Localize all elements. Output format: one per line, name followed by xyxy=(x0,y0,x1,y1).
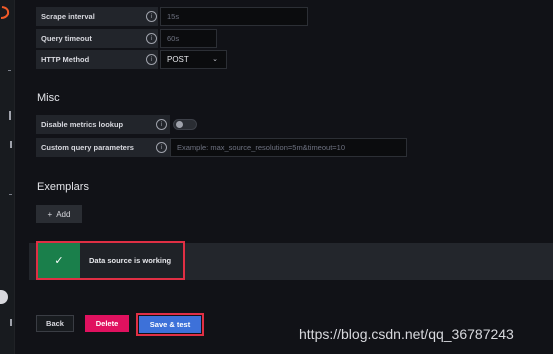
sidebar xyxy=(0,0,15,354)
info-circle-icon[interactable]: i xyxy=(156,142,167,153)
info-circle-icon[interactable]: i xyxy=(146,33,157,44)
custom-query-parameters-input[interactable]: Example: max_source_resolution=5m&timeou… xyxy=(170,138,407,157)
query-timeout-label: Query timeout xyxy=(36,29,158,48)
add-exemplar-label: Add xyxy=(56,209,71,219)
back-button[interactable]: Back xyxy=(36,315,74,332)
alert-message: Data source is working xyxy=(89,256,172,265)
http-method-select[interactable]: POST ⌄ xyxy=(160,50,227,69)
grafana-logo-icon[interactable] xyxy=(0,6,12,20)
scrape-interval-input[interactable]: 15s xyxy=(160,7,308,26)
chevron-down-icon: ⌄ xyxy=(212,56,218,63)
sidebar-grid-icon[interactable] xyxy=(9,111,11,120)
query-timeout-input[interactable]: 60s xyxy=(160,29,217,48)
sidebar-alert-icon[interactable] xyxy=(9,194,12,195)
disable-metrics-lookup-label: Disable metrics lookup xyxy=(36,115,170,134)
custom-query-parameters-label: Custom query parameters xyxy=(36,138,170,157)
misc-section-title: Misc xyxy=(37,92,60,104)
info-circle-icon[interactable]: i xyxy=(156,119,167,130)
http-method-label: HTTP Method xyxy=(36,50,158,69)
sidebar-help-icon[interactable] xyxy=(10,319,12,326)
add-exemplar-button[interactable]: + Add xyxy=(36,205,82,223)
toggle-knob xyxy=(176,121,183,128)
datasource-status-alert: ✓ Data source is working xyxy=(36,241,185,280)
delete-button[interactable]: Delete xyxy=(85,315,129,332)
save-and-test-button[interactable]: Save & test xyxy=(139,316,201,333)
plus-icon: + xyxy=(47,209,53,219)
watermark: https://blog.csdn.net/qq_36787243 xyxy=(299,326,514,342)
user-avatar[interactable] xyxy=(0,290,8,304)
scrape-interval-label: Scrape interval xyxy=(36,7,158,26)
sidebar-menu-icon[interactable] xyxy=(8,70,11,71)
info-circle-icon[interactable]: i xyxy=(146,54,157,65)
http-method-value: POST xyxy=(167,55,189,64)
sidebar-explore-icon[interactable] xyxy=(10,141,12,148)
exemplars-section-title: Exemplars xyxy=(37,181,89,193)
check-icon: ✓ xyxy=(38,243,80,278)
info-circle-icon[interactable]: i xyxy=(146,11,157,22)
disable-metrics-lookup-toggle[interactable] xyxy=(173,119,197,130)
